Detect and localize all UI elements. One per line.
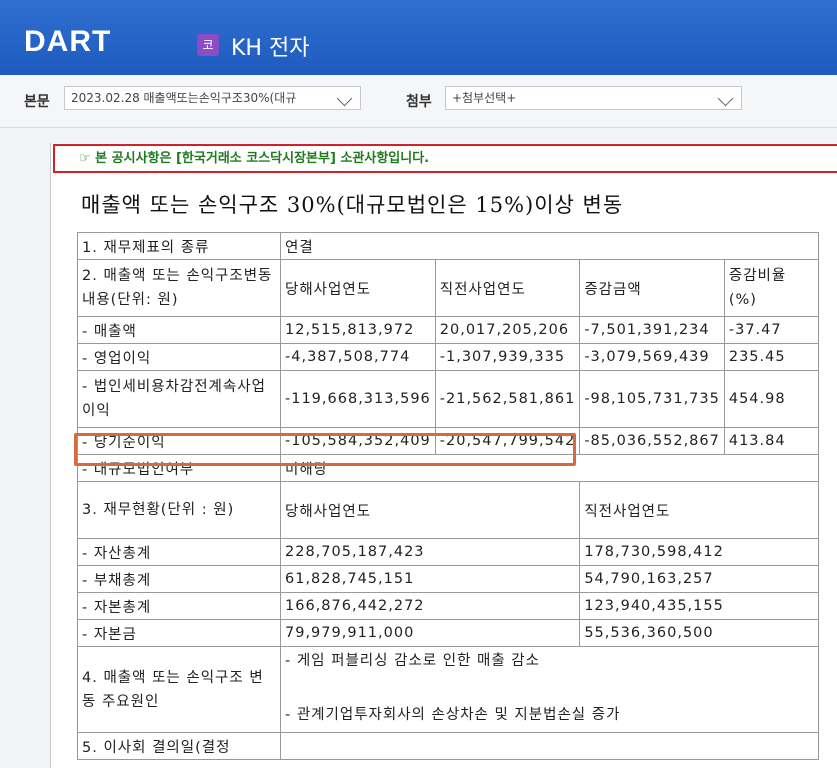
large-corp-value: 미해당: [281, 455, 819, 482]
company-name: KH 전자: [231, 30, 309, 62]
main-doc-label: 본문: [24, 91, 50, 111]
main-doc-select[interactable]: 2023.02.28 매출액또는손익구조30%(대규: [64, 86, 361, 110]
col-header-current: 당해사업연도: [281, 482, 580, 539]
reason-line: - 관계기업투자회사의 손상차손 및 지분법손실 증가: [285, 702, 814, 729]
market-badge: 코: [197, 34, 219, 56]
spacer: [285, 675, 814, 702]
table-row: - 매출액 12,515,813,972 20,017,205,206 -7,5…: [78, 317, 819, 344]
table-header-row: 3. 재무현황(단위 : 원) 당해사업연도 직전사업연도: [78, 482, 819, 539]
cell-current: 79,979,911,000: [281, 620, 580, 647]
main-doc-select-value: 2023.02.28 매출액또는손익구조30%(대규: [71, 91, 296, 105]
chevron-down-icon: [337, 91, 353, 107]
cell-rate: -37.47: [724, 317, 818, 344]
reason-line: - 게임 퍼블리싱 감소로 인한 매출 감소: [285, 648, 814, 675]
table-header-row: 2. 매출액 또는 손익구조변동내용(단위: 원) 당해사업연도 직전사업연도 …: [78, 260, 819, 317]
cell-rate: 413.84: [724, 428, 818, 455]
cell-previous: -1,307,939,335: [435, 344, 580, 371]
cell-rate: 235.45: [724, 344, 818, 371]
row-label: - 자산총계: [78, 539, 281, 566]
disclosure-document: ☞ 본 공시사항은 [한국거래소 코스닥시장본부] 소관사항입니다. 매출액 또…: [50, 143, 837, 768]
document-title: 매출액 또는 손익구조 30%(대규모법인은 15%)이상 변동: [81, 189, 623, 219]
cell-current: 228,705,187,423: [281, 539, 580, 566]
cell-previous: 55,536,360,500: [580, 620, 819, 647]
attachment-select[interactable]: +첨부선택+: [445, 86, 742, 110]
cell-previous: -21,562,581,861: [435, 371, 580, 428]
row-label: - 자본총계: [78, 593, 281, 620]
row-label: - 대규모법인여부: [78, 455, 281, 482]
cell-current: 61,828,745,151: [281, 566, 580, 593]
col-header-previous: 직전사업연도: [435, 260, 580, 317]
row-label: - 부채총계: [78, 566, 281, 593]
row-label: - 법인세비용차감전계속사업이익: [78, 371, 281, 428]
cell-previous: -20,547,799,542: [435, 428, 580, 455]
table-row: - 당기순이익 -105,584,352,409 -20,547,799,542…: [78, 428, 819, 455]
row-label: 4. 매출액 또는 손익구조 변동 주요원인: [78, 647, 281, 733]
app-header: DART 코 KH 전자: [0, 0, 837, 75]
table-row: 1. 재무제표의 종류 연결: [78, 233, 819, 260]
attachment-select-value: +첨부선택+: [452, 91, 516, 105]
attachment-label: 첨부: [406, 91, 432, 111]
col-header-rate: 증감비율(%): [724, 260, 818, 317]
row-label: - 영업이익: [78, 344, 281, 371]
cell-previous: 54,790,163,257: [580, 566, 819, 593]
col-header-diff: 증감금액: [580, 260, 725, 317]
cell-diff: -7,501,391,234: [580, 317, 725, 344]
cell-value: [281, 733, 819, 760]
cell-current: -119,668,313,596: [281, 371, 436, 428]
col-header-current: 당해사업연도: [281, 260, 436, 317]
table-row: - 영업이익 -4,387,508,774 -1,307,939,335 -3,…: [78, 344, 819, 371]
table-row: 4. 매출액 또는 손익구조 변동 주요원인 - 게임 퍼블리싱 감소로 인한 …: [78, 647, 819, 733]
change-reason: - 게임 퍼블리싱 감소로 인한 매출 감소 - 관계기업투자회사의 손상차손 …: [281, 647, 819, 733]
cell-previous: 123,940,435,155: [580, 593, 819, 620]
table-row: - 자산총계 228,705,187,423 178,730,598,412: [78, 539, 819, 566]
row-label: 3. 재무현황(단위 : 원): [78, 482, 281, 539]
table-row: - 대규모법인여부 미해당: [78, 455, 819, 482]
row-label: - 자본금: [78, 620, 281, 647]
cell-rate: 454.98: [724, 371, 818, 428]
cell-diff: -98,105,731,735: [580, 371, 725, 428]
row-label: 2. 매출액 또는 손익구조변동내용(단위: 원): [78, 260, 281, 317]
cell-current: 166,876,442,272: [281, 593, 580, 620]
table-row: - 부채총계 61,828,745,151 54,790,163,257: [78, 566, 819, 593]
col-header-previous: 직전사업연도: [580, 482, 819, 539]
jurisdiction-notice: ☞ 본 공시사항은 [한국거래소 코스닥시장본부] 소관사항입니다.: [53, 144, 837, 173]
cell-previous: 178,730,598,412: [580, 539, 819, 566]
cell-diff: -85,036,552,867: [580, 428, 725, 455]
row-label: 1. 재무제표의 종류: [78, 233, 281, 260]
table-row: - 법인세비용차감전계속사업이익 -119,668,313,596 -21,56…: [78, 371, 819, 428]
logo-text: DART: [24, 25, 111, 59]
table-row: - 자본금 79,979,911,000 55,536,360,500: [78, 620, 819, 647]
row-label: - 매출액: [78, 317, 281, 344]
table-row: - 자본총계 166,876,442,272 123,940,435,155: [78, 593, 819, 620]
cell-diff: -3,079,569,439: [580, 344, 725, 371]
cell-current: -105,584,352,409: [281, 428, 436, 455]
row-label: 5. 이사회 결의일(결정: [78, 733, 281, 760]
dart-logo[interactable]: DART: [24, 25, 111, 59]
row-label: - 당기순이익: [78, 428, 281, 455]
document-toolbar: 본문 2023.02.28 매출액또는손익구조30%(대규 첨부 +첨부선택+: [0, 75, 837, 128]
cell-current: -4,387,508,774: [281, 344, 436, 371]
chevron-down-icon: [718, 91, 734, 107]
statement-type: 연결: [281, 233, 819, 260]
cell-previous: 20,017,205,206: [435, 317, 580, 344]
disclosure-table: 1. 재무제표의 종류 연결 2. 매출액 또는 손익구조변동내용(단위: 원)…: [77, 232, 819, 760]
table-row: 5. 이사회 결의일(결정: [78, 733, 819, 760]
cell-current: 12,515,813,972: [281, 317, 436, 344]
